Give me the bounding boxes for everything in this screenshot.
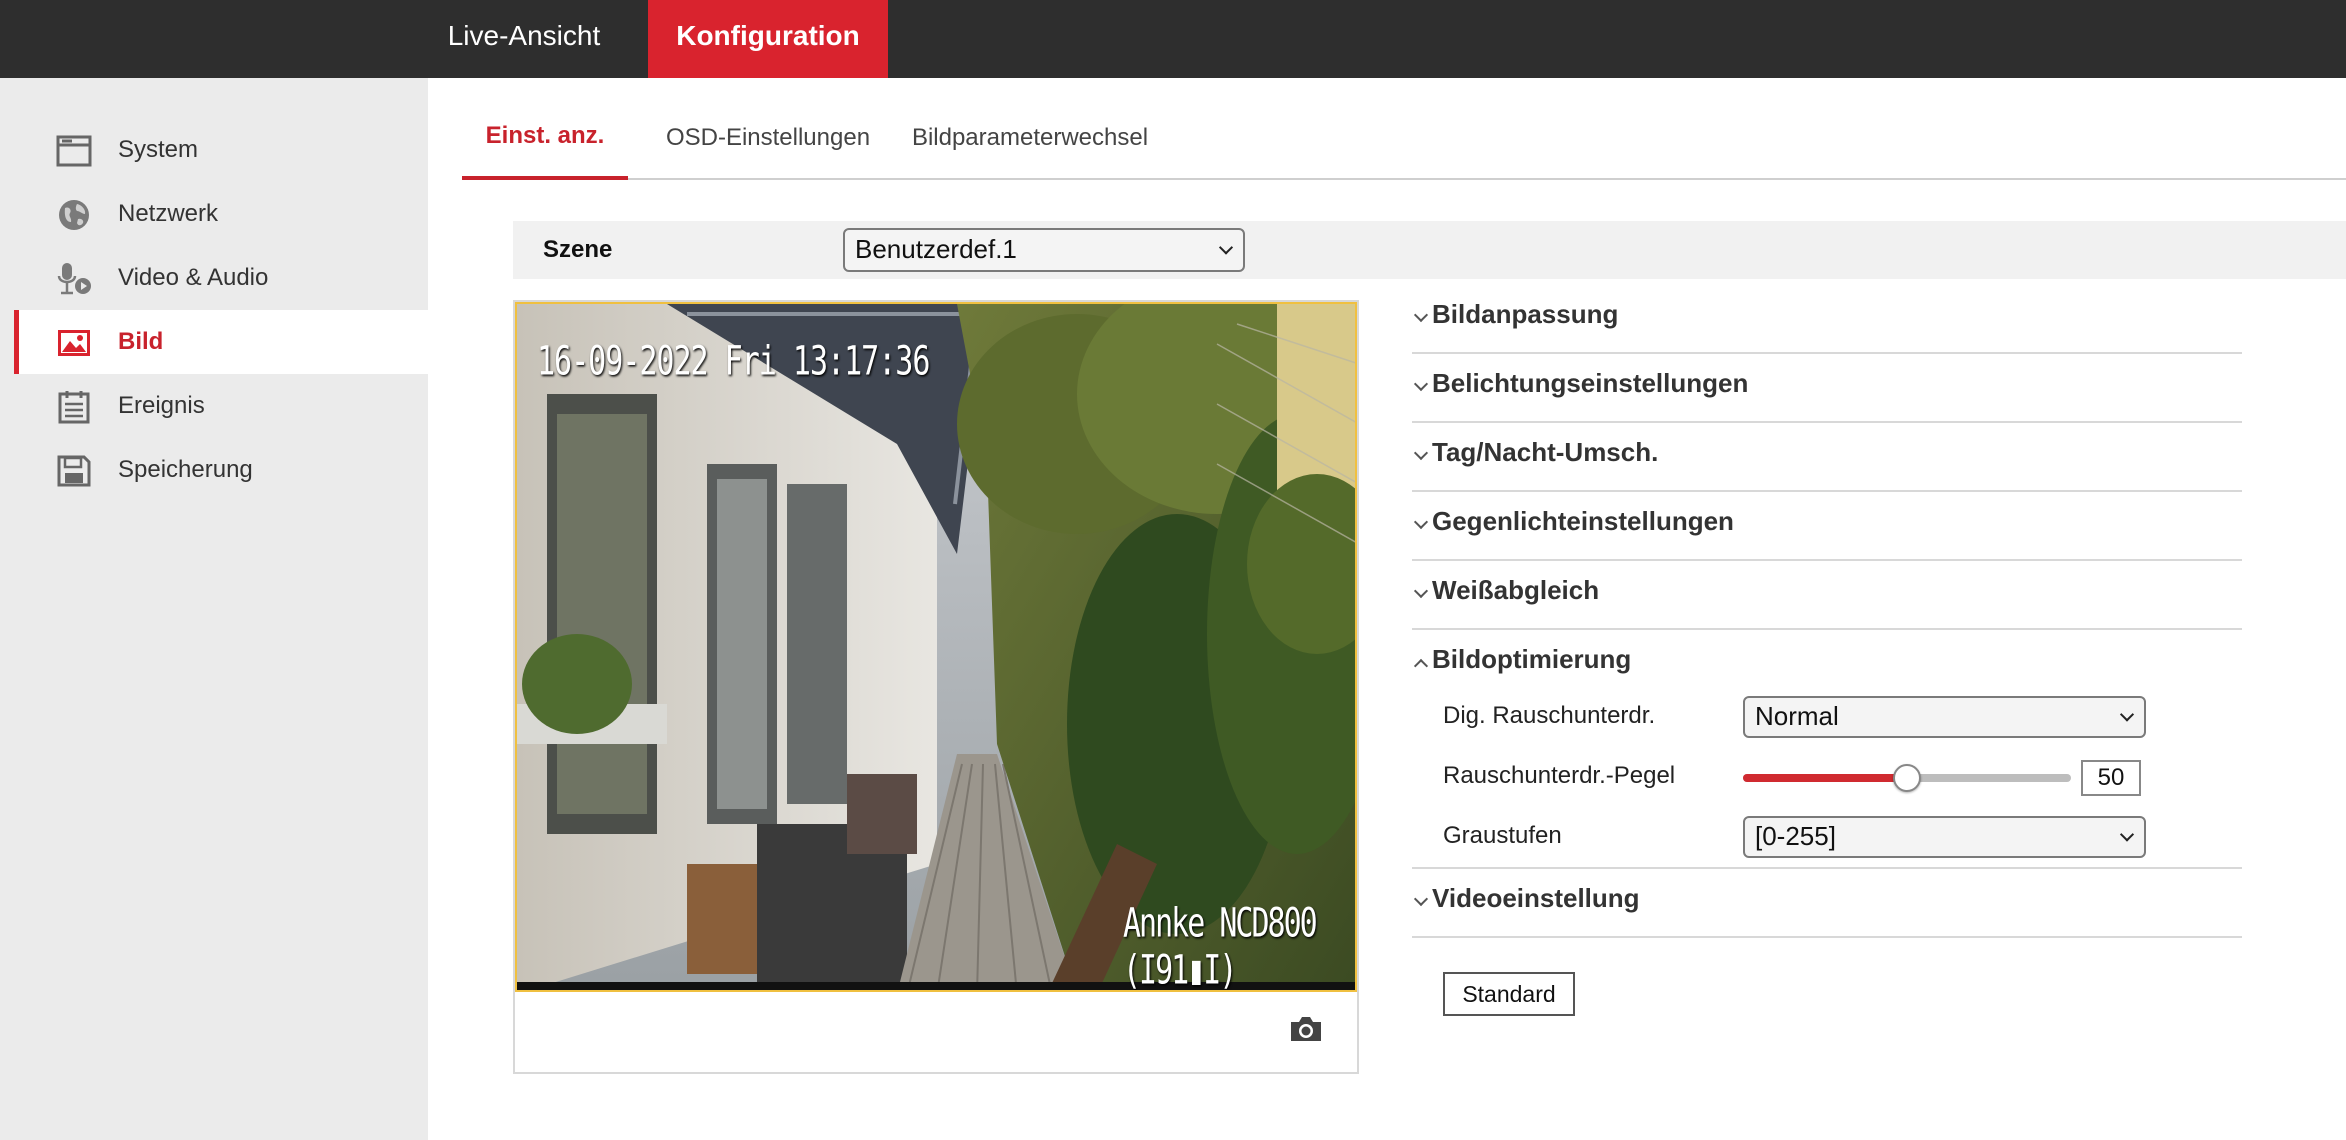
chevron-down-icon	[1413, 376, 1429, 392]
section-image-adjustment[interactable]: Bildanpassung	[1412, 286, 2242, 354]
sidebar-item-image[interactable]: Bild	[14, 310, 428, 374]
sidebar-item-label: Ereignis	[118, 392, 205, 419]
sidebar: System Netzwerk Video & Audio Bild Ereig…	[0, 78, 428, 1140]
sidebar-item-network[interactable]: Netzwerk	[14, 182, 428, 246]
globe-icon	[59, 200, 89, 230]
image-icon	[58, 330, 90, 356]
osd-camera-name: Annke NCD800 (I91▮I)	[1123, 900, 1318, 992]
chevron-down-icon	[1218, 240, 1234, 255]
chevron-down-icon	[1413, 445, 1429, 461]
live-video: 16-09-2022 Fri 13:17:36 Annke NCD800 (I9…	[515, 302, 1357, 992]
grayscale-value: [0-255]	[1755, 821, 1836, 851]
sidebar-item-label: Speicherung	[118, 456, 253, 483]
noise-level-label: Rauschunterdr.-Pegel	[1443, 762, 1676, 789]
slider-handle[interactable]	[1893, 764, 1921, 792]
camera-scene-image	[517, 304, 1355, 990]
sidebar-item-event[interactable]: Ereignis	[14, 374, 428, 438]
chevron-down-icon	[1413, 514, 1429, 530]
scene-label: Szene	[543, 236, 613, 263]
noise-reduction-value: Normal	[1755, 701, 1839, 731]
chevron-down-icon	[2119, 827, 2135, 842]
scene-row: Szene Benutzerdef.1	[513, 221, 2346, 279]
tab-live-view[interactable]: Live-Ansicht	[430, 0, 618, 78]
noise-level-slider[interactable]	[1743, 764, 2071, 792]
chevron-down-icon	[2119, 707, 2135, 722]
sidebar-item-label: System	[118, 136, 199, 163]
sidebar-item-system[interactable]: System	[14, 118, 428, 182]
tab-image-parameter-switch[interactable]: Bildparameterwechsel	[908, 100, 1152, 180]
window-icon	[56, 135, 92, 167]
noise-reduction-label: Dig. Rauschunterdr.	[1443, 702, 1656, 729]
sub-tab-bar: Einst. anz. OSD-Einstellungen Bildparame…	[462, 100, 2346, 180]
tab-display-settings[interactable]: Einst. anz.	[462, 100, 628, 180]
chevron-down-icon	[1413, 891, 1429, 907]
section-exposure-settings[interactable]: Belichtungseinstellungen	[1412, 355, 2242, 423]
chevron-down-icon	[1413, 583, 1429, 599]
sidebar-item-label: Bild	[118, 328, 164, 355]
top-navigation-bar: Live-Ansicht Konfiguration	[0, 0, 2346, 78]
section-title: Videoeinstellung	[1432, 883, 1640, 913]
sidebar-item-label: Netzwerk	[118, 200, 219, 227]
section-white-balance[interactable]: Weißabgleich	[1412, 562, 2242, 630]
grayscale-select[interactable]: [0-255]	[1743, 816, 2146, 858]
camera-icon[interactable]	[1288, 1014, 1324, 1044]
section-title: Belichtungseinstellungen	[1432, 368, 1749, 398]
section-title: Bildoptimierung	[1432, 644, 1632, 674]
scene-select-value: Benutzerdef.1	[855, 234, 1017, 264]
calendar-icon	[58, 391, 90, 424]
section-title: Bildanpassung	[1432, 299, 1619, 329]
video-preview-panel: 16-09-2022 Fri 13:17:36 Annke NCD800 (I9…	[513, 300, 1359, 1074]
section-day-night-switch[interactable]: Tag/Nacht-Umsch.	[1412, 424, 2242, 492]
chevron-down-icon	[1413, 307, 1429, 323]
microphone-icon	[57, 263, 91, 295]
section-title: Tag/Nacht-Umsch.	[1432, 437, 1659, 467]
section-title: Gegenlichteinstellungen	[1432, 506, 1734, 536]
section-title: Weißabgleich	[1432, 575, 1600, 605]
noise-reduction-select[interactable]: Normal	[1743, 696, 2146, 738]
tab-osd-settings[interactable]: OSD-Einstellungen	[648, 100, 888, 180]
osd-timestamp: 16-09-2022 Fri 13:17:36	[537, 338, 930, 386]
sidebar-item-label: Video & Audio	[118, 264, 269, 291]
grayscale-label: Graustufen	[1443, 822, 1562, 849]
sidebar-item-video-audio[interactable]: Video & Audio	[14, 246, 428, 310]
slider-fill	[1743, 774, 1907, 782]
section-backlight-settings[interactable]: Gegenlichteinstellungen	[1412, 493, 2242, 561]
default-button[interactable]: Standard	[1443, 972, 1575, 1016]
section-video-settings[interactable]: Videoeinstellung	[1412, 870, 2242, 938]
scene-select[interactable]: Benutzerdef.1	[843, 228, 1245, 272]
noise-level-input[interactable]: 50	[2081, 760, 2141, 796]
tab-configuration[interactable]: Konfiguration	[648, 0, 888, 78]
disk-icon	[57, 455, 91, 487]
chevron-up-icon	[1413, 658, 1429, 674]
sidebar-item-storage[interactable]: Speicherung	[14, 438, 428, 502]
